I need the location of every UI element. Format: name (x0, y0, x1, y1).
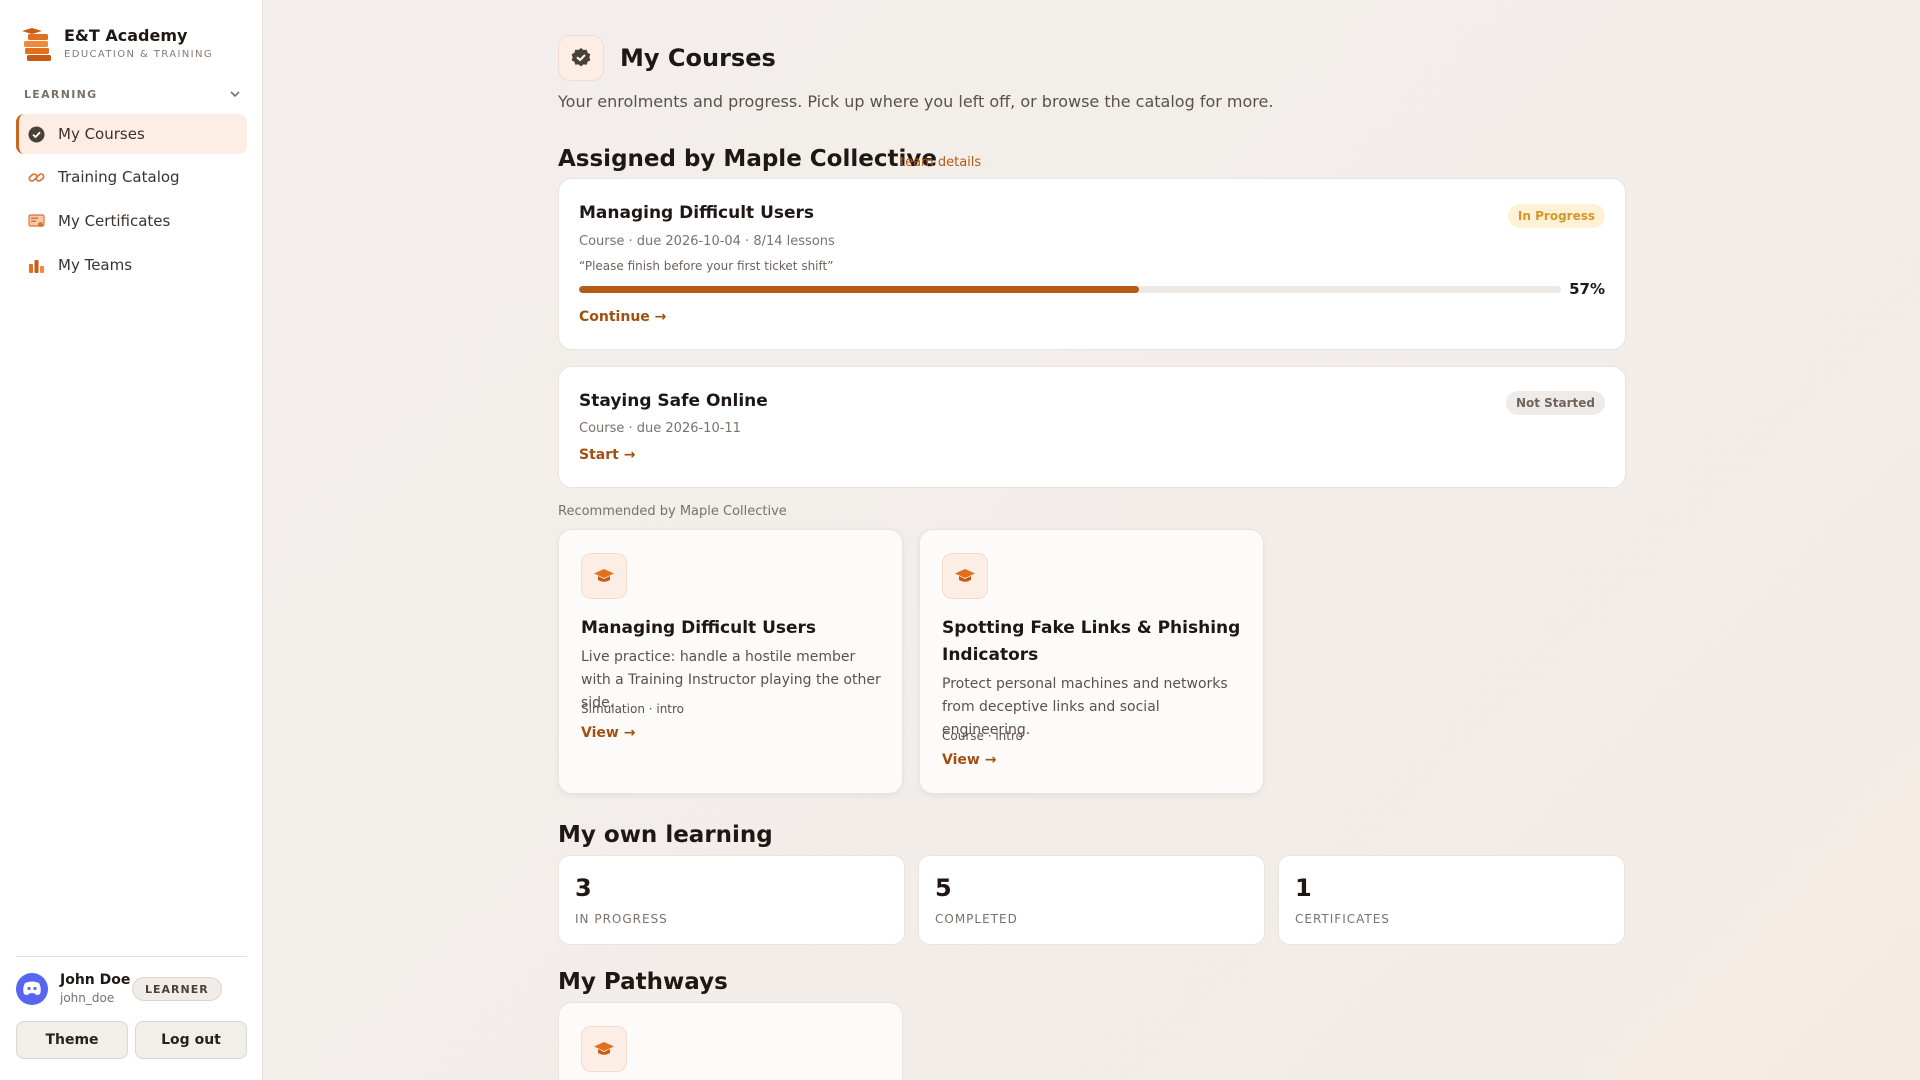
graduation-cap-icon (942, 553, 988, 599)
page-header: My Courses (558, 35, 776, 81)
view-link[interactable]: View → (942, 752, 996, 768)
sidebar-item-label: My Certificates (58, 212, 171, 230)
sidebar-item-label: My Teams (58, 256, 133, 274)
stat-value: 1 (1295, 874, 1312, 902)
chevron-down-icon (230, 91, 240, 98)
recommended-title: Spotting Fake Links & Phishing Indicator… (942, 618, 1241, 665)
sidebar-item-label: Training Catalog (58, 168, 180, 186)
certificate-icon (28, 213, 45, 230)
sidebar-item-my-teams[interactable]: My Teams (16, 245, 247, 285)
graduation-cap-icon (581, 1026, 627, 1072)
course-meta: Course · due 2026-10-11 (579, 421, 741, 436)
user-handle: john_doe (60, 991, 115, 1005)
progress-bar (579, 286, 1561, 293)
status-badge: Not Started (1505, 391, 1605, 415)
pathway-card[interactable] (558, 1002, 903, 1080)
brand-name: E&T Academy (64, 26, 188, 45)
assigned-course-card[interactable]: Staying Safe Online Not Started Course ·… (558, 366, 1626, 488)
sidebar: E&T Academy EDUCATION & TRAINING LEARNIN… (0, 0, 263, 1080)
recommended-title: Managing Difficult Users (581, 618, 817, 638)
recommended-meta: Simulation · intro (581, 702, 685, 716)
section-label: LEARNING (24, 88, 98, 101)
assigned-heading: Assigned by Maple Collective (558, 146, 937, 172)
stat-label: CERTIFICATES (1295, 912, 1390, 926)
stat-value: 5 (935, 874, 952, 902)
user-profile[interactable]: John Doe john_doe (16, 972, 130, 1005)
course-title: Managing Difficult Users (579, 203, 815, 223)
stat-card-completed[interactable]: 5 COMPLETED (918, 855, 1265, 945)
badge-check-icon (28, 126, 45, 143)
progress-bar-fill (579, 286, 1139, 293)
brand-subtitle: EDUCATION & TRAINING (64, 49, 214, 60)
recommended-label: Recommended by Maple Collective (558, 504, 787, 519)
own-learning-heading: My own learning (558, 822, 773, 848)
learning-section-toggle[interactable]: LEARNING (24, 88, 240, 101)
theme-button[interactable]: Theme (16, 1021, 128, 1059)
sidebar-item-my-certificates[interactable]: My Certificates (16, 201, 247, 241)
recommended-meta: Course · intro (942, 729, 1023, 743)
view-link[interactable]: View → (581, 725, 635, 741)
role-badge: LEARNER (132, 977, 222, 1001)
assigned-course-card[interactable]: Managing Difficult Users In Progress Cou… (558, 178, 1626, 350)
sidebar-item-training-catalog[interactable]: Training Catalog (16, 157, 247, 197)
start-link[interactable]: Start → (579, 447, 635, 463)
sidebar-item-label: My Courses (58, 125, 145, 143)
stat-card-in-progress[interactable]: 3 IN PROGRESS (558, 855, 905, 945)
stat-label: COMPLETED (935, 912, 1018, 926)
progress-percent: 57% (1569, 280, 1605, 298)
recommended-card[interactable]: Managing Difficult Users Live practice: … (558, 529, 903, 794)
logout-button[interactable]: Log out (135, 1021, 247, 1059)
stat-value: 3 (575, 874, 592, 902)
stat-card-certificates[interactable]: 1 CERTIFICATES (1278, 855, 1625, 945)
course-meta: Course · due 2026-10-04 · 8/14 lessons (579, 234, 835, 249)
link-icon (28, 169, 45, 186)
page-title: My Courses (620, 44, 776, 72)
page-subtitle: Your enrolments and progress. Pick up wh… (558, 92, 1274, 111)
badge-check-icon (558, 35, 604, 81)
team-icon (28, 257, 45, 274)
graduation-cap-icon (581, 553, 627, 599)
course-title: Staying Safe Online (579, 391, 768, 411)
status-badge: In Progress (1507, 204, 1605, 228)
stat-label: IN PROGRESS (575, 912, 668, 926)
sidebar-item-my-courses[interactable]: My Courses (16, 114, 247, 154)
team-details-link[interactable]: team details (900, 155, 981, 170)
continue-link[interactable]: Continue → (579, 309, 666, 325)
discord-avatar-icon (16, 972, 48, 1005)
course-note: “Please finish before your first ticket … (579, 259, 834, 273)
pathways-heading: My Pathways (558, 969, 728, 995)
user-name: John Doe (60, 972, 131, 988)
sidebar-divider (16, 956, 247, 957)
books-logo-icon (22, 28, 51, 61)
recommended-card[interactable]: Spotting Fake Links & Phishing Indicator… (919, 529, 1264, 794)
brand[interactable]: E&T Academy EDUCATION & TRAINING (22, 26, 213, 64)
